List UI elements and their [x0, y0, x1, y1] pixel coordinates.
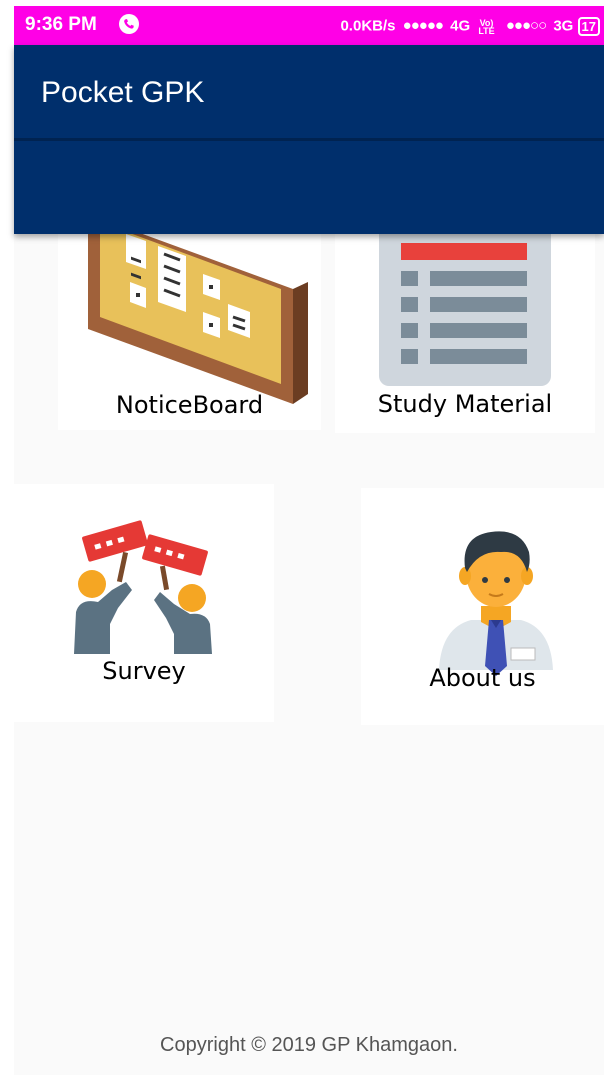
study-material-label: Study Material: [377, 390, 553, 418]
signal-dots-icon: ●●●●●: [402, 17, 444, 35]
about-us-card[interactable]: About us: [361, 488, 604, 725]
app-bar-divider: [14, 138, 604, 141]
survey-icon: [74, 520, 212, 654]
study-material-card[interactable]: Study Material: [335, 234, 595, 433]
about-us-label: About us: [429, 664, 536, 692]
main-content: NoticeBoard Study Material Survey About …: [14, 234, 604, 1075]
noticeboard-card[interactable]: NoticeBoard: [58, 234, 321, 430]
app-bar: Pocket GPK: [14, 45, 604, 234]
status-time: 9:36 PM: [25, 14, 97, 35]
survey-label: Survey: [102, 657, 186, 685]
app-title: Pocket GPK: [41, 76, 205, 109]
network-speed: 0.0KB/s: [340, 17, 396, 35]
signal-dots-icon-2: ●●●○○: [505, 17, 547, 35]
status-bar: 9:36 PM 0.0KB/s ●●●●● 4G Vo) LTE ●●●○○ 3…: [14, 6, 604, 45]
network-type-2: 3G: [553, 17, 574, 35]
copyright-text: Copyright © 2019 GP Khamgaon.: [160, 1034, 458, 1056]
status-indicators: 0.0KB/s ●●●●● 4G Vo) LTE ●●●○○ 3G 17: [340, 17, 600, 36]
battery-level: 17: [581, 19, 596, 34]
volte-line-2: LTE: [478, 25, 495, 36]
noticeboard-label: NoticeBoard: [115, 391, 264, 419]
survey-card[interactable]: Survey: [14, 484, 274, 722]
battery-icon: 17: [577, 17, 600, 36]
volte-icon: Vo) LTE: [478, 18, 495, 36]
network-type-1: 4G: [450, 17, 471, 35]
phone-call-icon: [119, 14, 139, 34]
